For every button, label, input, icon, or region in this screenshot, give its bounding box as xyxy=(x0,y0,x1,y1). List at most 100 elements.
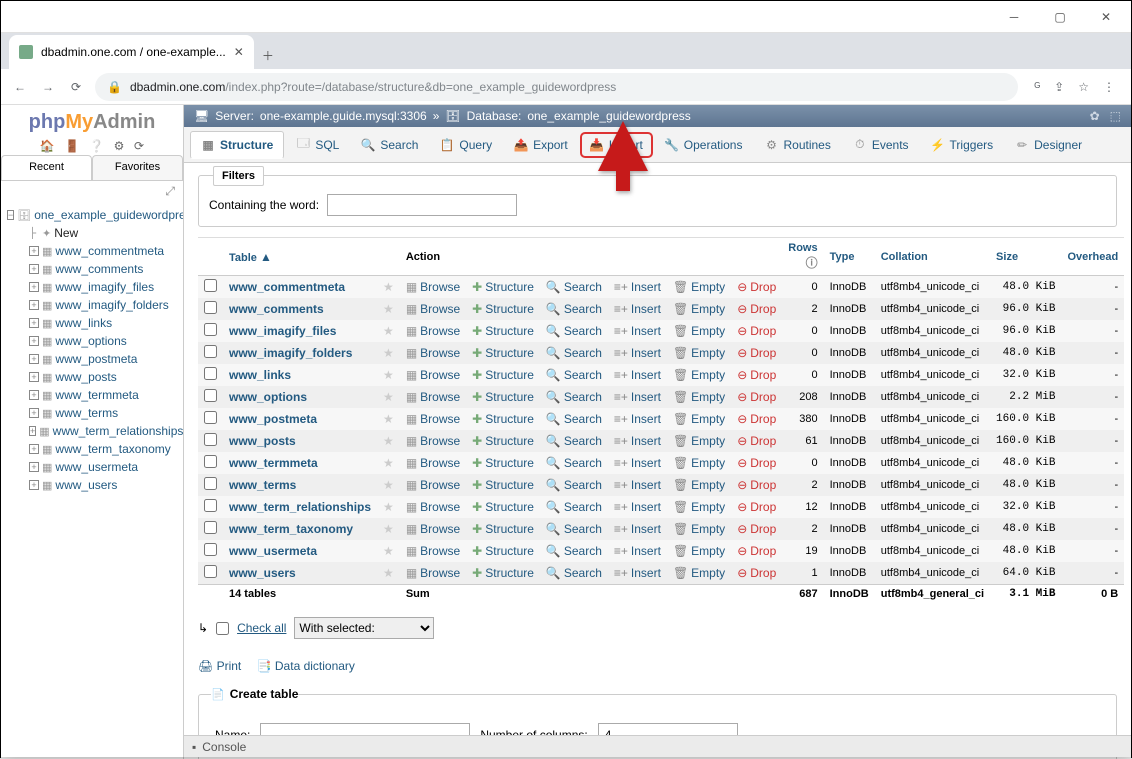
tab-routines[interactable]: ⚙Routines xyxy=(754,132,840,158)
table-name-link[interactable]: www_term_taxonomy xyxy=(229,522,353,536)
drop-action[interactable]: ⊖ Drop xyxy=(737,412,776,426)
structure-action[interactable]: ✚ Structure xyxy=(472,544,534,558)
crumb-server-link[interactable]: one-example.guide.mysql:3306 xyxy=(260,109,427,123)
favorite-star-icon[interactable]: ★ xyxy=(383,544,394,558)
table-name-link[interactable]: www_termmeta xyxy=(229,456,318,470)
table-name-link[interactable]: www_postmeta xyxy=(229,412,317,426)
page-help-icon[interactable]: ⬚ xyxy=(1110,109,1121,123)
favorite-star-icon[interactable]: ★ xyxy=(383,500,394,514)
favorite-star-icon[interactable]: ★ xyxy=(383,302,394,316)
browse-action[interactable]: ▦ Browse xyxy=(406,324,460,338)
browse-action[interactable]: ▦ Browse xyxy=(406,522,460,536)
insert-action[interactable]: ≡+ Insert xyxy=(614,544,661,558)
row-checkbox[interactable] xyxy=(204,543,217,556)
browse-action[interactable]: ▦ Browse xyxy=(406,346,460,360)
drop-action[interactable]: ⊖ Drop xyxy=(737,280,776,294)
gtranslate-icon[interactable]: ᴳ xyxy=(1034,80,1040,94)
drop-action[interactable]: ⊖ Drop xyxy=(737,390,776,404)
empty-action[interactable]: 🗑 Empty xyxy=(673,412,725,426)
drop-action[interactable]: ⊖ Drop xyxy=(737,456,776,470)
insert-action[interactable]: ≡+ Insert xyxy=(614,280,661,294)
col-size[interactable]: Size xyxy=(990,238,1061,276)
nav-table-item[interactable]: +▦www_imagify_files xyxy=(29,278,183,296)
window-maximize-button[interactable]: ▢ xyxy=(1037,3,1083,31)
row-checkbox[interactable] xyxy=(204,499,217,512)
browse-action[interactable]: ▦ Browse xyxy=(406,412,460,426)
new-tab-button[interactable]: ＋ xyxy=(254,41,282,69)
col-rows[interactable]: Rows ⓘ xyxy=(782,238,823,276)
search-action[interactable]: 🔍 Search xyxy=(546,368,602,382)
nav-table-item[interactable]: +▦www_users xyxy=(29,476,183,494)
reload-nav-icon[interactable]: ⟳ xyxy=(134,139,144,153)
empty-action[interactable]: 🗑 Empty xyxy=(673,566,725,580)
drop-action[interactable]: ⊖ Drop xyxy=(737,522,776,536)
row-checkbox[interactable] xyxy=(204,411,217,424)
insert-action[interactable]: ≡+ Insert xyxy=(614,346,661,360)
tab-sql[interactable]: 🗔SQL xyxy=(286,132,349,158)
nav-new-item[interactable]: ├✦New xyxy=(29,224,183,242)
table-name-link[interactable]: www_terms xyxy=(229,478,296,492)
docs-icon[interactable]: ❔ xyxy=(89,139,104,153)
empty-action[interactable]: 🗑 Empty xyxy=(673,522,725,536)
col-overhead[interactable]: Overhead xyxy=(1061,238,1124,276)
search-action[interactable]: 🔍 Search xyxy=(546,434,602,448)
search-action[interactable]: 🔍 Search xyxy=(546,302,602,316)
forward-button[interactable]: → xyxy=(39,80,57,94)
browse-action[interactable]: ▦ Browse xyxy=(406,390,460,404)
row-checkbox[interactable] xyxy=(204,389,217,402)
with-selected-dropdown[interactable]: With selected: xyxy=(294,617,434,639)
browse-action[interactable]: ▦ Browse xyxy=(406,302,460,316)
nav-tree-tools[interactable]: ⤢ xyxy=(1,181,183,202)
structure-action[interactable]: ✚ Structure xyxy=(472,522,534,536)
structure-action[interactable]: ✚ Structure xyxy=(472,434,534,448)
browse-action[interactable]: ▦ Browse xyxy=(406,434,460,448)
nav-tab-favorites[interactable]: Favorites xyxy=(92,155,183,180)
drop-action[interactable]: ⊖ Drop xyxy=(737,302,776,316)
empty-action[interactable]: 🗑 Empty xyxy=(673,544,725,558)
drop-action[interactable]: ⊖ Drop xyxy=(737,324,776,338)
nav-db-node[interactable]: −🗄one_example_guidewordpress xyxy=(7,206,183,224)
empty-action[interactable]: 🗑 Empty xyxy=(673,302,725,316)
browse-action[interactable]: ▦ Browse xyxy=(406,368,460,382)
drop-action[interactable]: ⊖ Drop xyxy=(737,478,776,492)
favorite-star-icon[interactable]: ★ xyxy=(383,390,394,404)
browse-action[interactable]: ▦ Browse xyxy=(406,478,460,492)
structure-action[interactable]: ✚ Structure xyxy=(472,566,534,580)
drop-action[interactable]: ⊖ Drop xyxy=(737,500,776,514)
favorite-star-icon[interactable]: ★ xyxy=(383,324,394,338)
structure-action[interactable]: ✚ Structure xyxy=(472,302,534,316)
favorite-star-icon[interactable]: ★ xyxy=(383,456,394,470)
reload-button[interactable]: ⟳ xyxy=(67,80,85,94)
nav-table-item[interactable]: +▦www_imagify_folders xyxy=(29,296,183,314)
home-icon[interactable]: 🏠 xyxy=(40,139,55,153)
insert-action[interactable]: ≡+ Insert xyxy=(614,456,661,470)
empty-action[interactable]: 🗑 Empty xyxy=(673,390,725,404)
insert-action[interactable]: ≡+ Insert xyxy=(614,324,661,338)
empty-action[interactable]: 🗑 Empty xyxy=(673,280,725,294)
table-name-link[interactable]: www_usermeta xyxy=(229,544,317,558)
search-action[interactable]: 🔍 Search xyxy=(546,500,602,514)
search-action[interactable]: 🔍 Search xyxy=(546,456,602,470)
search-action[interactable]: 🔍 Search xyxy=(546,390,602,404)
structure-action[interactable]: ✚ Structure xyxy=(472,368,534,382)
structure-action[interactable]: ✚ Structure xyxy=(472,456,534,470)
row-checkbox[interactable] xyxy=(204,301,217,314)
tab-designer[interactable]: ✏Designer xyxy=(1005,132,1092,158)
insert-action[interactable]: ≡+ Insert xyxy=(614,500,661,514)
tab-structure[interactable]: ▦Structure xyxy=(190,131,284,159)
structure-action[interactable]: ✚ Structure xyxy=(472,280,534,294)
row-checkbox[interactable] xyxy=(204,433,217,446)
insert-action[interactable]: ≡+ Insert xyxy=(614,434,661,448)
search-action[interactable]: 🔍 Search xyxy=(546,522,602,536)
table-name-link[interactable]: www_imagify_folders xyxy=(229,346,352,360)
empty-action[interactable]: 🗑 Empty xyxy=(673,456,725,470)
browse-action[interactable]: ▦ Browse xyxy=(406,280,460,294)
nav-table-item[interactable]: +▦www_termmeta xyxy=(29,386,183,404)
back-button[interactable]: ← xyxy=(11,80,29,94)
empty-action[interactable]: 🗑 Empty xyxy=(673,500,725,514)
empty-action[interactable]: 🗑 Empty xyxy=(673,368,725,382)
insert-action[interactable]: ≡+ Insert xyxy=(614,390,661,404)
row-checkbox[interactable] xyxy=(204,367,217,380)
favorite-star-icon[interactable]: ★ xyxy=(383,368,394,382)
insert-action[interactable]: ≡+ Insert xyxy=(614,412,661,426)
